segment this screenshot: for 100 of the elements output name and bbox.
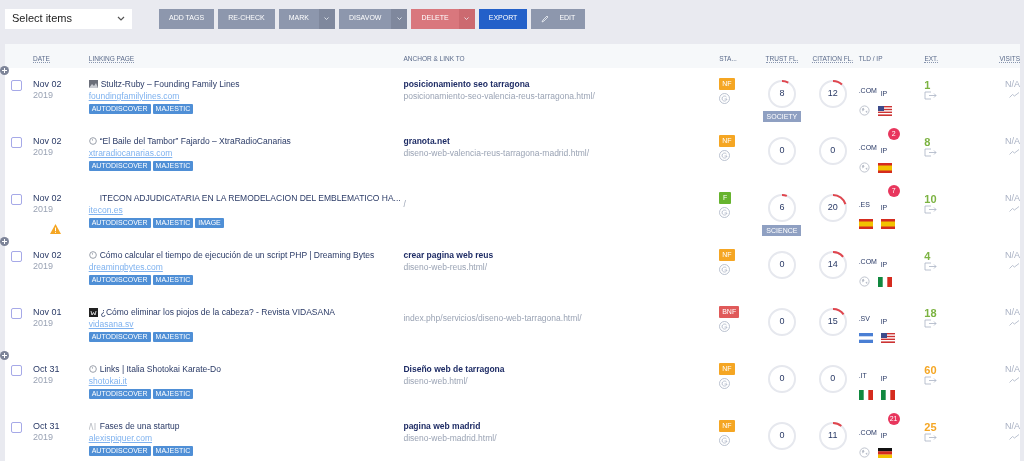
citation-flow-ring xyxy=(818,251,847,279)
row-checkbox[interactable] xyxy=(11,365,22,376)
year-text: 2019 xyxy=(32,204,54,215)
citation-flow-ring xyxy=(818,137,847,165)
google-icon xyxy=(719,435,731,446)
exit-icon xyxy=(924,319,938,328)
external-count: 4 xyxy=(924,250,931,262)
domain-link[interactable]: dreamingbytes.com xyxy=(88,261,163,274)
anchor-text: Diseño web de tarragona xyxy=(403,363,505,375)
page-title[interactable]: ITECON ADJUDICATARIA EN LA REMODELACION DEL EMBLEMATICO HA... xyxy=(99,191,401,205)
external-count: 1 xyxy=(924,79,931,91)
domain-link[interactable]: shotokai.it xyxy=(88,375,127,388)
citation-flow-ring xyxy=(818,308,847,336)
year-text: 2019 xyxy=(32,90,54,101)
google-icon xyxy=(719,378,731,389)
anchor-text: pagina web madrid xyxy=(403,420,481,432)
page-title[interactable]: Stultz-Ruby – Founding Family Lines xyxy=(100,77,240,91)
date-text: Nov 01 xyxy=(32,306,63,318)
domain-link[interactable]: alexispiquer.com xyxy=(88,432,152,445)
target-link[interactable]: diseno-web.html/ xyxy=(403,375,468,387)
trust-flow-value: 8 xyxy=(779,87,785,101)
target-link[interactable]: diseno-web-madrid.html/ xyxy=(403,432,497,444)
trend-icon xyxy=(1009,92,1020,98)
row-checkbox[interactable] xyxy=(11,80,22,91)
citation-flow-value: 20 xyxy=(827,201,838,215)
domain-link[interactable]: vidasana.sv xyxy=(88,318,134,331)
domain-link[interactable]: xtraradiocanarias.com xyxy=(88,147,173,160)
anchor-text: crear pagina web reus xyxy=(403,249,494,261)
citation-flow-value: 12 xyxy=(827,87,838,101)
exit-icon xyxy=(924,433,938,442)
page-title[interactable]: “El Baile del Tambor” Fajardo – XtraRadioCanarias xyxy=(99,134,291,148)
row-checkbox[interactable] xyxy=(11,194,22,205)
anchor-text: granota.net xyxy=(403,135,450,147)
trend-icon xyxy=(1009,206,1020,212)
visits-text: N/A xyxy=(1004,364,1020,375)
anchor-text: posicionamiento seo tarragona xyxy=(403,78,530,90)
external-count: 10 xyxy=(924,193,937,205)
citation-flow-value: 14 xyxy=(827,258,838,272)
page-title[interactable]: Cómo calcular el tiempo de ejecución de un script PHP | Dreaming Bytes xyxy=(99,248,375,262)
google-icon xyxy=(719,150,731,161)
visits-text: N/A xyxy=(1004,136,1020,147)
citation-flow-value: 15 xyxy=(827,315,838,329)
page-title[interactable]: Links | Italia Shotokai Karate-Do xyxy=(99,362,221,376)
expand-icon[interactable] xyxy=(0,351,9,360)
date-text: Oct 31 xyxy=(32,420,61,432)
domain-link[interactable]: itecon.es xyxy=(88,204,123,217)
trust-flow-ring xyxy=(767,422,796,450)
exit-icon xyxy=(924,148,938,157)
trust-flow-value: 0 xyxy=(779,315,785,329)
expand-icon[interactable] xyxy=(0,237,9,246)
visits-text: N/A xyxy=(1004,307,1020,318)
visits-text: N/A xyxy=(1004,250,1020,261)
pencil-icon xyxy=(541,14,550,23)
visits-text: N/A xyxy=(1004,193,1020,204)
target-link[interactable]: posicionamiento-seo-valencia-reus-tarragona.html/ xyxy=(403,90,595,102)
date-text: Nov 02 xyxy=(32,192,63,204)
row-checkbox[interactable] xyxy=(11,308,22,319)
visits-text: N/A xyxy=(1004,421,1020,432)
date-text: Nov 02 xyxy=(32,78,63,90)
expand-icon[interactable] xyxy=(0,66,9,75)
year-text: 2019 xyxy=(32,432,54,443)
trust-flow-ring xyxy=(767,365,796,393)
date-text: Oct 31 xyxy=(32,363,61,375)
exit-icon xyxy=(924,376,938,385)
target-link[interactable]: / xyxy=(403,198,406,210)
exit-icon xyxy=(924,91,938,100)
target-link[interactable]: diseno-web-valencia-reus-tarragona-madrid.html/ xyxy=(403,147,590,159)
trust-flow-ring xyxy=(767,80,796,108)
year-text: 2019 xyxy=(32,375,54,386)
citation-flow-ring xyxy=(818,365,847,393)
trust-flow-value: 0 xyxy=(779,372,785,386)
trend-icon xyxy=(1009,434,1020,440)
year-text: 2019 xyxy=(32,147,54,158)
google-icon xyxy=(719,321,731,332)
domain-link[interactable]: foundingfamilylines.com xyxy=(88,90,180,103)
target-link[interactable]: diseno-web-reus.html/ xyxy=(403,261,488,273)
trust-flow-ring xyxy=(767,194,796,222)
year-text: 2019 xyxy=(32,261,54,272)
external-count: 25 xyxy=(924,421,937,433)
trust-flow-ring xyxy=(767,308,796,336)
visits-text: N/A xyxy=(1004,79,1020,90)
target-link[interactable]: index.php/servicios/diseno-web-tarragona.html/ xyxy=(403,312,582,324)
trend-icon xyxy=(1009,149,1020,155)
google-icon xyxy=(719,207,731,218)
citation-flow-ring xyxy=(818,194,847,222)
chevron-icon xyxy=(117,16,125,21)
page-title[interactable]: Fases de una startup xyxy=(99,419,180,433)
google-icon xyxy=(719,93,731,104)
citation-flow-value: 11 xyxy=(828,429,838,443)
trend-icon xyxy=(1009,377,1020,383)
row-checkbox[interactable] xyxy=(11,137,22,148)
row-checkbox[interactable] xyxy=(11,422,22,433)
select-dropdown[interactable]: Select items xyxy=(5,8,132,29)
row-checkbox[interactable] xyxy=(11,251,22,262)
caret-icon xyxy=(324,17,330,20)
trust-flow-value: 0 xyxy=(779,429,785,443)
page-title[interactable]: ¿Cómo eliminar los piojos de la cabeza? - Revista VIDASANA xyxy=(100,305,335,319)
exit-icon xyxy=(924,262,938,271)
external-count: 60 xyxy=(924,364,937,376)
trend-icon xyxy=(1009,263,1020,269)
